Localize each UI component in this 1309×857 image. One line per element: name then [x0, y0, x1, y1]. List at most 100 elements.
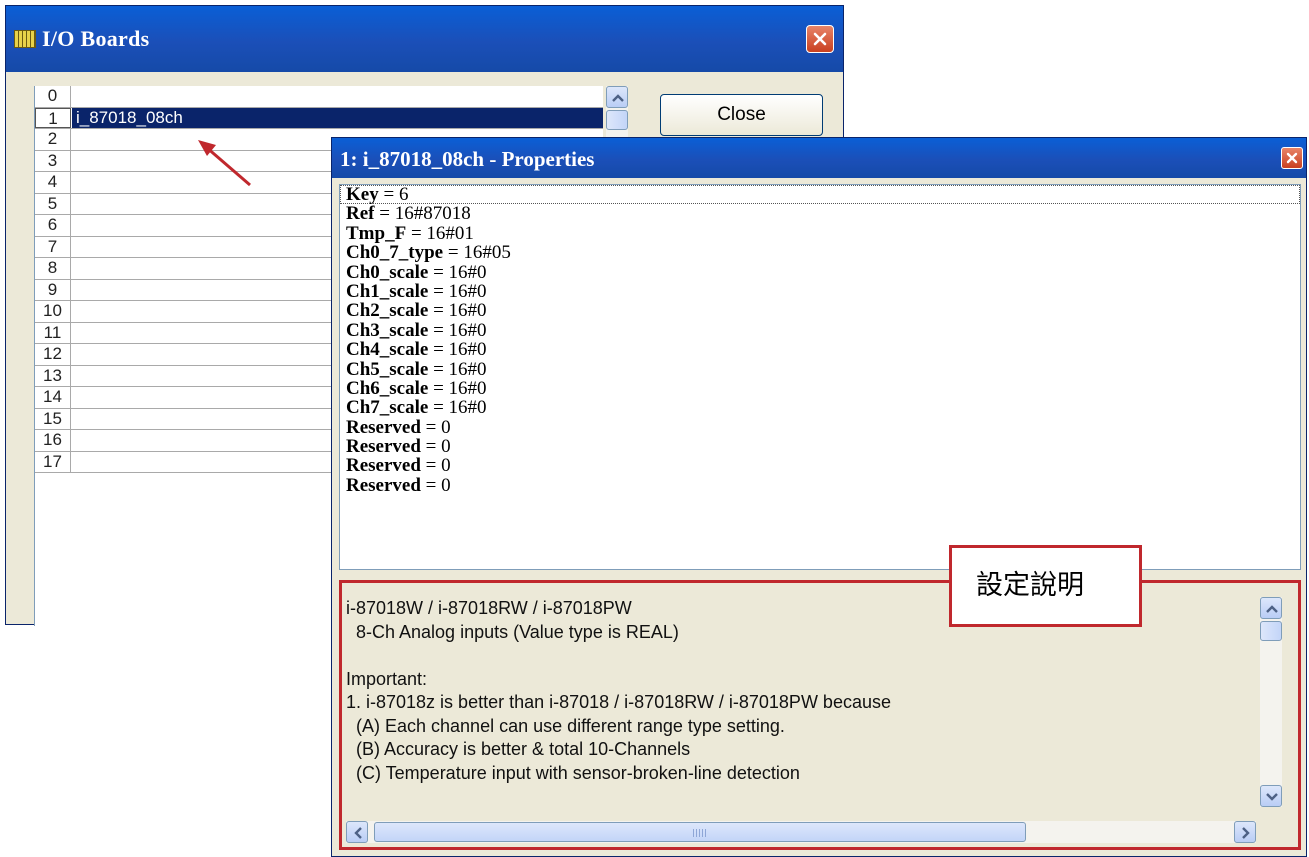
slot-number: 15: [35, 408, 71, 429]
equals-sign: =: [428, 339, 449, 361]
equals-sign: =: [420, 474, 442, 496]
description-vertical-scrollbar[interactable]: [1260, 597, 1282, 807]
slot-number: 5: [35, 193, 71, 214]
property-line[interactable]: Ch1_scale = 16#0: [340, 282, 1300, 301]
property-line[interactable]: Ch4_scale = 16#0: [340, 340, 1300, 359]
io-boards-title: I/O Boards: [42, 26, 150, 51]
description-line: 1. i-87018z is better than i-87018 / i-8…: [346, 692, 891, 712]
io-board-row[interactable]: 1 i_87018_08ch: [35, 107, 603, 129]
slot-number: 17: [35, 451, 71, 472]
property-key: Reserved: [346, 416, 421, 438]
property-value: 16#0: [448, 319, 487, 341]
equals-sign: =: [428, 300, 449, 322]
slot-number: 4: [35, 172, 71, 193]
property-key: Reserved: [346, 455, 421, 477]
property-list[interactable]: Key = 6 Ref = 16#87018 Tmp_F = 16#01 Ch0_7_…: [339, 184, 1301, 570]
property-line[interactable]: Tmp_F = 16#01: [340, 224, 1300, 243]
properties-window: 1: i_87018_08ch - Properties Key = 6 Ref …: [331, 137, 1307, 857]
property-key: Ch4_scale: [346, 339, 429, 361]
equals-sign: =: [443, 242, 464, 264]
slot-number: 2: [35, 129, 71, 150]
io-boards-titlebar[interactable]: I/O Boards: [6, 6, 843, 72]
property-line[interactable]: Key = 6: [340, 184, 1300, 205]
grip-icon: [693, 829, 707, 837]
property-value: 16#05: [463, 242, 511, 264]
equals-sign: =: [378, 184, 399, 205]
properties-titlebar[interactable]: 1: i_87018_08ch - Properties: [332, 138, 1306, 178]
equals-sign: =: [428, 261, 449, 283]
properties-close-icon[interactable]: [1281, 147, 1303, 169]
board-name: i_87018_08ch: [76, 107, 183, 127]
property-line[interactable]: Ch5_scale = 16#0: [340, 360, 1300, 379]
property-value: 16#01: [426, 222, 474, 244]
property-value: 16#0: [448, 300, 487, 322]
property-key: Reserved: [346, 436, 421, 458]
slot-number: 10: [35, 301, 71, 322]
property-value: 16#0: [448, 339, 487, 361]
equals-sign: =: [428, 358, 449, 380]
equals-sign: =: [428, 377, 449, 399]
slot-number: 9: [35, 279, 71, 300]
close-button[interactable]: Close: [660, 94, 823, 136]
io-boards-close-icon[interactable]: [806, 25, 834, 53]
slot-number: 14: [35, 387, 71, 408]
description-horizontal-scrollbar[interactable]: [346, 821, 1256, 843]
property-line[interactable]: Ch3_scale = 16#0: [340, 321, 1300, 340]
property-key: Ch7_scale: [346, 397, 429, 419]
property-value: 16#0: [448, 397, 487, 419]
scroll-left-button[interactable]: [346, 821, 368, 843]
slot-number: 12: [35, 344, 71, 365]
property-key: Ch0_scale: [346, 261, 429, 283]
slot-number: 6: [35, 215, 71, 236]
scroll-right-button[interactable]: [1234, 821, 1256, 843]
equals-sign: =: [428, 280, 449, 302]
description-line: (B) Accuracy is better & total 10-Channe…: [346, 739, 691, 759]
slot-number: 16: [35, 430, 71, 451]
property-line[interactable]: Reserved = 0: [340, 456, 1300, 475]
slot-number: 1: [35, 107, 71, 128]
property-line[interactable]: Reserved = 0: [340, 476, 1300, 495]
scroll-down-button[interactable]: [1260, 785, 1282, 807]
equals-sign: =: [420, 455, 442, 477]
scroll-thumb[interactable]: [606, 110, 628, 130]
property-value: 16#87018: [394, 203, 471, 225]
property-key: Ref: [346, 203, 375, 225]
property-line[interactable]: Ch6_scale = 16#0: [340, 379, 1300, 398]
slot-number: 3: [35, 150, 71, 171]
equals-sign: =: [406, 222, 427, 244]
property-line[interactable]: Ch2_scale = 16#0: [340, 301, 1300, 320]
property-key: Ch1_scale: [346, 280, 429, 302]
property-line[interactable]: Ch0_7_type = 16#05: [340, 243, 1300, 262]
horizontal-scroll-thumb[interactable]: [374, 822, 1026, 842]
description-line: (A) Each channel can use different range…: [346, 715, 785, 736]
description-line: (C) Temperature input with sensor-broken…: [346, 762, 800, 783]
scroll-thumb[interactable]: [1260, 621, 1282, 641]
property-value: 0: [441, 455, 451, 477]
property-value: 0: [441, 436, 451, 458]
property-value: 16#0: [448, 261, 487, 283]
equals-sign: =: [374, 203, 395, 225]
equals-sign: =: [428, 319, 449, 341]
property-key: Ch2_scale: [346, 300, 429, 322]
property-key: Ch3_scale: [346, 319, 429, 341]
equals-sign: =: [428, 397, 449, 419]
slot-number: 0: [35, 86, 71, 107]
properties-title: 1: i_87018_08ch - Properties: [340, 147, 595, 171]
slot-number: 7: [35, 236, 71, 257]
scroll-up-button[interactable]: [606, 86, 628, 108]
property-key: Ch5_scale: [346, 358, 429, 380]
property-line[interactable]: Ch7_scale = 16#0: [340, 398, 1300, 417]
slot-number: 13: [35, 365, 71, 386]
property-line[interactable]: Ref = 16#87018: [340, 204, 1300, 223]
property-line[interactable]: Reserved = 0: [340, 437, 1300, 456]
io-boards-app-icon: [14, 30, 36, 48]
property-line[interactable]: Ch0_scale = 16#0: [340, 263, 1300, 282]
property-key: Key: [346, 184, 379, 205]
property-value: 6: [398, 184, 409, 205]
description-panel: i-87018W / i-87018RW / i-87018PW 8-Ch An…: [339, 580, 1301, 850]
property-line[interactable]: Reserved = 0: [340, 418, 1300, 437]
equals-sign: =: [420, 436, 442, 458]
property-key: Tmp_F: [346, 222, 407, 244]
io-board-row[interactable]: 0: [35, 86, 603, 108]
scroll-up-button[interactable]: [1260, 597, 1282, 619]
